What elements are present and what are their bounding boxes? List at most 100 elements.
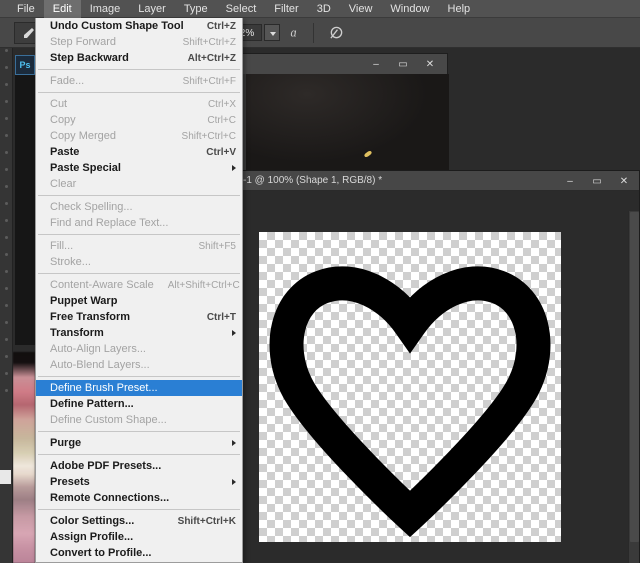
tool-item[interactable]	[4, 83, 8, 86]
menu-item-transform[interactable]: Transform	[36, 325, 242, 341]
tool-item[interactable]	[4, 338, 8, 341]
menu-item-label: Convert to Profile...	[50, 547, 152, 559]
menu-item-convert-to-profile[interactable]: Convert to Profile...	[36, 545, 242, 561]
tool-item[interactable]	[4, 185, 8, 188]
menu-item-shortcut: Ctrl+Z	[206, 20, 236, 32]
document-window[interactable]: -1 @ 100% (Shape 1, RGB/8) * – ▭ ✕	[200, 170, 640, 563]
menu-separator	[38, 195, 240, 196]
document-vertical-scrollbar[interactable]	[628, 211, 639, 563]
tool-item[interactable]	[4, 236, 8, 239]
menu-item-label: Cut	[50, 98, 68, 110]
menu-item-presets[interactable]: Presets	[36, 474, 242, 490]
edit-menu-dropdown[interactable]: Undo Custom Shape Tool Ctrl+Z Step Forward…	[35, 18, 243, 563]
tool-item[interactable]	[4, 151, 8, 154]
menu-item-label: Remote Connections...	[50, 492, 170, 504]
menu-item-free-transform[interactable]: Free Transform Ctrl+T	[36, 309, 242, 325]
menu-item-check-spelling: Check Spelling...	[36, 199, 242, 215]
submenu-arrow-icon	[232, 440, 236, 446]
document-close-button[interactable]: ✕	[611, 173, 637, 189]
flow-dropdown-icon[interactable]	[264, 24, 281, 41]
document-minimize-button[interactable]: –	[557, 173, 583, 189]
menu-item-label: Find and Replace Text...	[50, 217, 169, 229]
background-maximize-button[interactable]: ▭	[390, 56, 416, 72]
menu-item-fade: Fade... Shift+Ctrl+F	[36, 73, 242, 89]
menu-item-color-settings[interactable]: Color Settings... Shift+Ctrl+K	[36, 513, 242, 529]
menubar-item-view[interactable]: View	[340, 0, 382, 18]
document-backdrop	[15, 75, 37, 345]
tool-item[interactable]	[4, 219, 8, 222]
menu-item-step-forward: Step Forward Shift+Ctrl+Z	[36, 34, 242, 50]
background-minimize-button[interactable]: –	[363, 56, 389, 72]
document-canvas-area[interactable]	[201, 191, 639, 563]
tool-item[interactable]	[4, 100, 8, 103]
document-titlebar[interactable]: -1 @ 100% (Shape 1, RGB/8) * – ▭ ✕	[201, 171, 639, 191]
menu-item-label: Paste	[50, 146, 80, 158]
menu-item-define-pattern[interactable]: Define Pattern...	[36, 396, 242, 412]
menu-item-label: Transform	[50, 327, 104, 339]
menu-item-assign-profile[interactable]: Assign Profile...	[36, 529, 242, 545]
photoshop-window: Ps – ▭ ✕ -1 @ 100% (Shape 1, RGB/8) * – …	[0, 0, 640, 563]
menubar-item-type[interactable]: Type	[175, 0, 217, 18]
menu-item-shortcut: Ctrl+X	[207, 98, 236, 110]
tool-item[interactable]	[4, 66, 8, 69]
menu-bar[interactable]: File Edit Image Layer Type Select Filter 3D View…	[0, 0, 640, 18]
menubar-item-file[interactable]: File	[8, 0, 44, 18]
tool-item[interactable]	[4, 389, 8, 392]
menu-item-find-and-replace-text: Find and Replace Text...	[36, 215, 242, 231]
menu-item-shortcut: Shift+Ctrl+F	[182, 75, 236, 87]
menubar-item-select[interactable]: Select	[217, 0, 266, 18]
submenu-arrow-icon	[232, 165, 236, 171]
tool-item[interactable]	[4, 168, 8, 171]
airbrush-toggle[interactable]: ɑ	[286, 22, 308, 44]
tool-item[interactable]	[4, 304, 8, 307]
tool-item[interactable]	[4, 253, 8, 256]
menu-item-fill: Fill... Shift+F5	[36, 238, 242, 254]
tool-item[interactable]	[4, 270, 8, 273]
menubar-item-edit[interactable]: Edit	[43, 0, 81, 18]
scrollbar-thumb[interactable]	[629, 212, 639, 542]
tool-item[interactable]	[4, 49, 8, 52]
tool-item[interactable]	[4, 117, 8, 120]
background-close-button[interactable]: ✕	[417, 56, 443, 72]
tool-item[interactable]	[4, 202, 8, 205]
tool-item[interactable]	[4, 134, 8, 137]
menubar-item-image[interactable]: Image	[81, 0, 130, 18]
menu-item-step-backward[interactable]: Step Backward Alt+Ctrl+Z	[36, 50, 242, 66]
menubar-item-layer[interactable]: Layer	[129, 0, 175, 18]
menu-item-paste-special[interactable]: Paste Special	[36, 160, 242, 176]
tool-item[interactable]	[4, 321, 8, 324]
tools-panel[interactable]	[0, 18, 13, 563]
tool-item[interactable]	[4, 355, 8, 358]
menu-separator	[38, 509, 240, 510]
menu-item-adobe-pdf-presets[interactable]: Adobe PDF Presets...	[36, 458, 242, 474]
menu-item-undo-custom-shape-tool[interactable]: Undo Custom Shape Tool Ctrl+Z	[36, 18, 242, 34]
menu-item-label: Paste Special	[50, 162, 121, 174]
menu-item-label: Auto-Blend Layers...	[50, 359, 150, 371]
menu-item-label: Puppet Warp	[50, 295, 118, 307]
menu-item-paste[interactable]: Paste Ctrl+V	[36, 144, 242, 160]
menu-item-label: Copy Merged	[50, 130, 117, 142]
foreground-color-swatch[interactable]	[0, 470, 11, 484]
menu-separator	[38, 431, 240, 432]
menu-item-define-brush-preset[interactable]: Define Brush Preset...	[36, 380, 242, 396]
menubar-item-filter[interactable]: Filter	[265, 0, 307, 18]
menu-item-label: Step Backward	[50, 52, 129, 64]
menubar-item-window[interactable]: Window	[381, 0, 438, 18]
tool-item[interactable]	[4, 287, 8, 290]
airbrush-icon: ɑ	[291, 25, 297, 39]
document-window-controls: – ▭ ✕	[556, 173, 637, 189]
menu-item-shortcut: Ctrl+C	[207, 114, 236, 126]
menu-item-shortcut: Ctrl+T	[206, 311, 236, 323]
pressure-size-toggle[interactable]	[325, 22, 347, 44]
menu-item-label: Define Custom Shape...	[50, 414, 167, 426]
menu-separator	[38, 69, 240, 70]
menubar-item-help[interactable]: Help	[439, 0, 480, 18]
tool-item[interactable]	[4, 372, 8, 375]
menu-item-purge[interactable]: Purge	[36, 435, 242, 451]
menu-item-shortcut: Ctrl+V	[206, 146, 236, 158]
document-maximize-button[interactable]: ▭	[584, 173, 610, 189]
menu-item-puppet-warp[interactable]: Puppet Warp	[36, 293, 242, 309]
menubar-item-3d[interactable]: 3D	[308, 0, 340, 18]
canvas-speck	[363, 150, 373, 158]
menu-item-remote-connections[interactable]: Remote Connections...	[36, 490, 242, 506]
